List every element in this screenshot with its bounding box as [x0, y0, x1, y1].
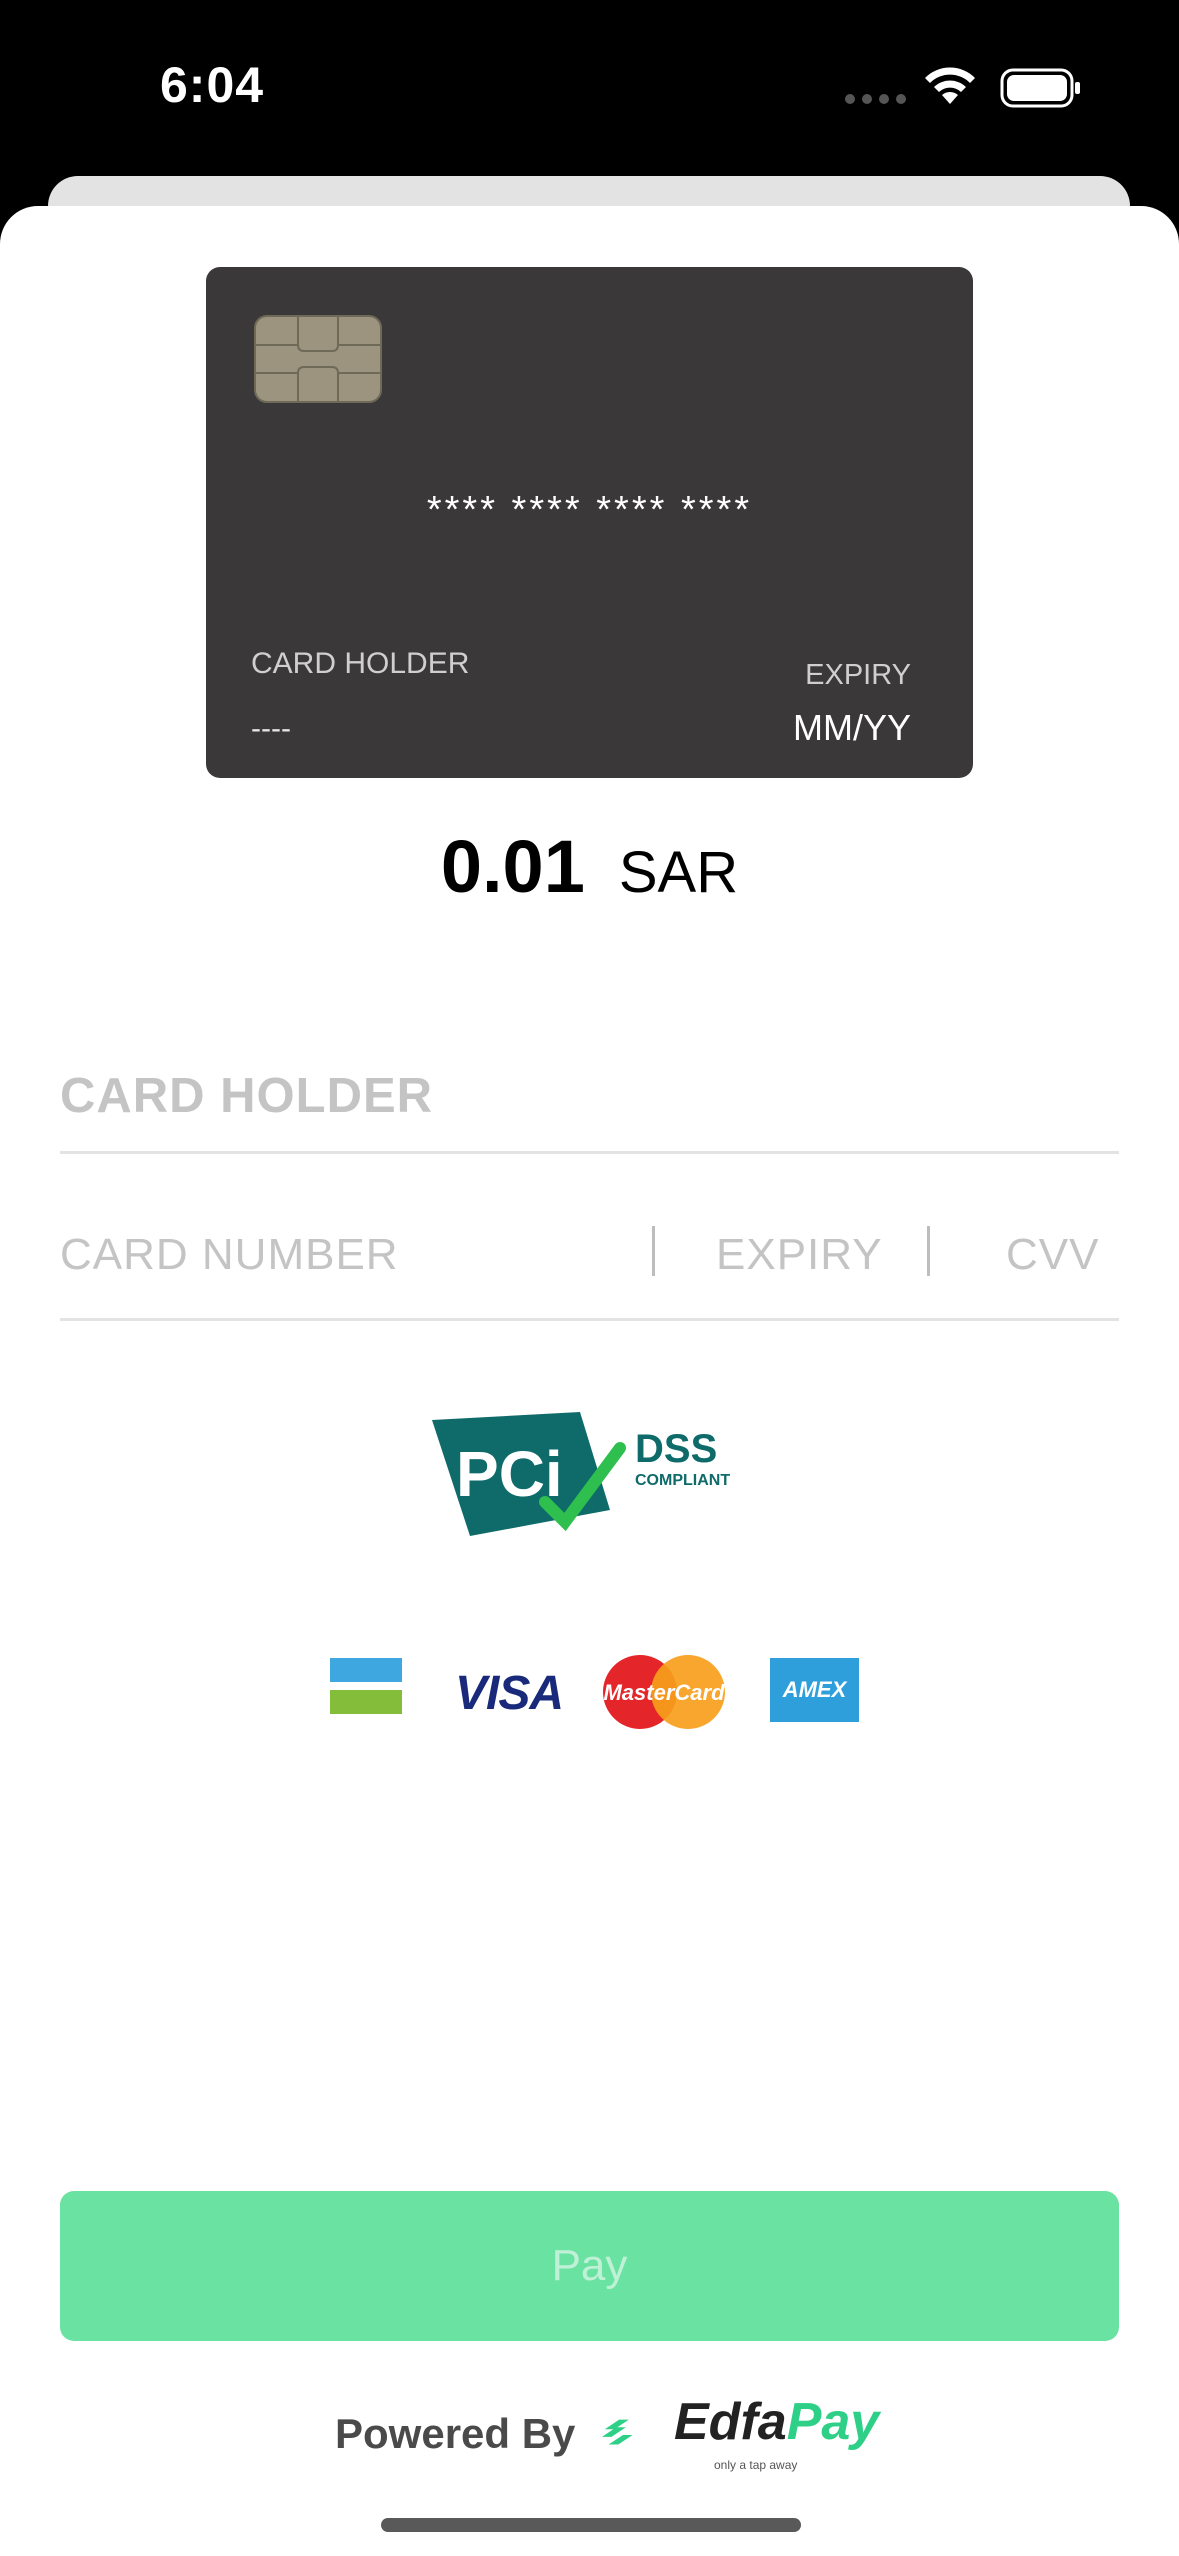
chip-icon	[254, 315, 382, 403]
cvv-placeholder: CVV	[1006, 1230, 1100, 1279]
svg-text:DSS: DSS	[635, 1427, 717, 1471]
divider	[60, 1151, 1119, 1154]
expiry-label: EXPIRY	[805, 659, 911, 691]
card-preview: **** **** **** **** CARD HOLDER ---- EXP…	[206, 267, 973, 778]
mada-logo	[330, 1658, 402, 1714]
card-holder-value: ----	[251, 712, 291, 745]
cvv-input[interactable]: CVV	[950, 1206, 1119, 1316]
expiry-placeholder: EXPIRY	[716, 1230, 883, 1279]
mastercard-logo: MasterCard	[603, 1655, 725, 1729]
pay-button-label: Pay	[551, 2241, 628, 2290]
amount-currency: SAR	[618, 840, 739, 905]
svg-text:MasterCard: MasterCard	[603, 1680, 725, 1705]
powered-by-label: Powered By	[335, 2410, 576, 2457]
amex-logo: AMEX	[770, 1658, 859, 1722]
card-number-input[interactable]: CARD NUMBER	[60, 1206, 650, 1316]
amount-value: 0.01	[440, 825, 585, 908]
edfapay-wordmark: EdfaPay	[674, 2392, 879, 2452]
field-separator	[927, 1226, 930, 1276]
edfa-text: Edfa	[674, 2393, 787, 2451]
home-indicator[interactable]	[381, 2518, 801, 2532]
card-details-row: CARD NUMBER EXPIRY CVV	[60, 1206, 1119, 1316]
pay-button[interactable]: Pay	[60, 2191, 1119, 2341]
card-number-placeholder: CARD NUMBER	[60, 1230, 399, 1279]
card-holder-label: CARD HOLDER	[251, 647, 470, 680]
divider	[60, 1318, 1119, 1321]
card-number-mask: **** **** **** ****	[426, 489, 753, 531]
field-separator	[652, 1226, 655, 1276]
expiry-value: MM/YY	[792, 707, 911, 748]
status-bar: 6:04	[0, 0, 1179, 175]
payment-sheet: **** **** **** **** CARD HOLDER ---- EXP…	[0, 206, 1179, 2556]
visa-logo: VISA	[455, 1667, 564, 1720]
card-holder-input[interactable]: CARD HOLDER	[60, 1048, 1119, 1158]
cellular-signal-icon	[845, 94, 906, 104]
expiry-input[interactable]: EXPIRY	[680, 1206, 930, 1316]
status-time: 6:04	[160, 57, 265, 113]
edfapay-logo-icon	[601, 2419, 633, 2445]
edfapay-tagline: only a tap away	[714, 2458, 798, 2472]
pay-text: Pay	[786, 2393, 880, 2451]
battery-icon	[1000, 68, 1080, 108]
wifi-icon	[925, 67, 975, 104]
pci-dss-compliant-logo: PCi DSS COMPLIANT	[432, 1412, 730, 1536]
powered-by-footer: Powered By EdfaPay only a tap away	[0, 2392, 1179, 2482]
card-brands-row: VISA MasterCard AMEX	[0, 1636, 1179, 1729]
svg-text:COMPLIANT: COMPLIANT	[635, 1472, 730, 1489]
card-holder-placeholder: CARD HOLDER	[60, 1069, 434, 1123]
amount-display: 0.01 SAR	[0, 824, 1179, 909]
